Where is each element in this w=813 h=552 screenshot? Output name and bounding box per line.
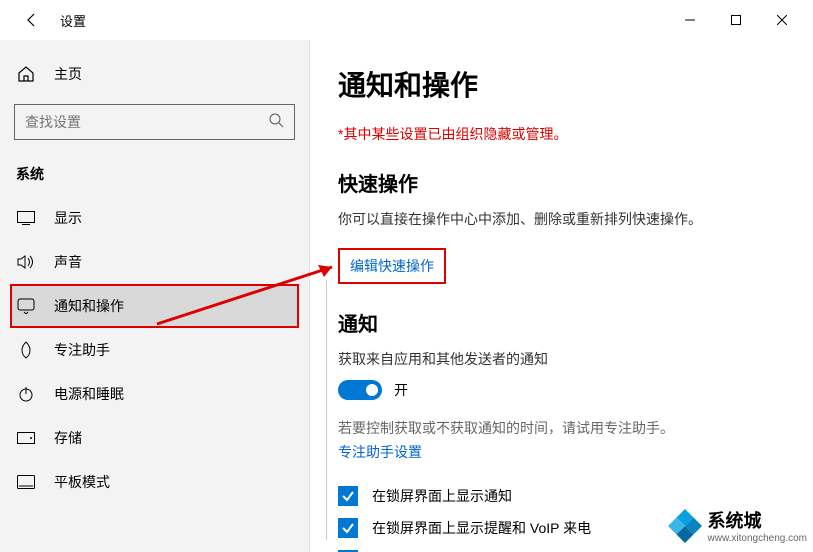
- back-button[interactable]: [20, 8, 44, 32]
- page-title: 通知和操作: [338, 64, 785, 104]
- watermark: 系统城 www.xitongcheng.com: [668, 507, 808, 544]
- home-link[interactable]: 主页: [12, 56, 297, 100]
- policy-warning: *其中某些设置已由组织隐藏或管理。: [338, 124, 785, 144]
- tablet-icon: [16, 472, 36, 492]
- watermark-url: www.xitongcheng.com: [708, 533, 808, 544]
- search-icon: [268, 112, 284, 133]
- home-icon: [16, 64, 36, 84]
- focus-icon: [16, 340, 36, 360]
- nav-label: 专注助手: [54, 340, 110, 360]
- search-input[interactable]: [25, 114, 268, 130]
- sound-icon: [16, 252, 36, 272]
- checkbox-icon: [338, 486, 358, 506]
- close-button[interactable]: [759, 4, 805, 36]
- edit-quick-actions-link[interactable]: 编辑快速操作: [350, 256, 434, 276]
- storage-icon: [16, 428, 36, 448]
- get-notifications-label: 获取来自应用和其他发送者的通知: [338, 349, 785, 370]
- main-content: 通知和操作 *其中某些设置已由组织隐藏或管理。 快速操作 你可以直接在操作中心中…: [310, 40, 813, 552]
- nav-display[interactable]: 显示: [12, 196, 297, 240]
- check-notif-sound[interactable]: 允许通知播放声音: [338, 544, 785, 552]
- nav-storage[interactable]: 存储: [12, 416, 297, 460]
- nav-label: 平板模式: [54, 472, 110, 492]
- power-icon: [16, 384, 36, 404]
- notifications-heading: 通知: [338, 308, 785, 337]
- edit-quick-actions-highlight: 编辑快速操作: [338, 248, 446, 284]
- nav-sound[interactable]: 声音: [12, 240, 297, 284]
- check-label: 在锁屏界面上显示通知: [372, 486, 512, 506]
- nav-label: 存储: [54, 428, 82, 448]
- nav-label: 电源和睡眠: [54, 384, 124, 404]
- quick-actions-heading: 快速操作: [338, 168, 785, 197]
- search-box[interactable]: [14, 104, 295, 140]
- home-label: 主页: [54, 64, 82, 84]
- quick-actions-desc: 你可以直接在操作中心中添加、删除或重新排列快速操作。: [338, 209, 785, 230]
- nav-label: 通知和操作: [54, 296, 124, 316]
- watermark-icon: [668, 509, 702, 543]
- section-label: 系统: [12, 160, 297, 196]
- notifications-toggle[interactable]: [338, 380, 382, 400]
- nav-tablet[interactable]: 平板模式: [12, 460, 297, 504]
- nav-label: 显示: [54, 208, 82, 228]
- focus-assist-link[interactable]: 专注助手设置: [338, 442, 785, 462]
- notification-icon: [16, 296, 36, 316]
- watermark-name: 系统城: [708, 511, 762, 531]
- nav-focus[interactable]: 专注助手: [12, 328, 297, 372]
- check-label: 在锁屏界面上显示提醒和 VoIP 来电: [372, 518, 591, 538]
- focus-hint: 若要控制获取或不获取通知的时间，请试用专注助手。: [338, 418, 785, 438]
- display-icon: [16, 208, 36, 228]
- checkbox-icon: [338, 518, 358, 538]
- nav-notifications[interactable]: 通知和操作: [10, 284, 299, 328]
- toggle-state: 开: [394, 380, 408, 400]
- sidebar: 主页 系统 显示 声音 通知和操作 专注助手 电源和睡眠: [0, 40, 310, 552]
- nav-power[interactable]: 电源和睡眠: [12, 372, 297, 416]
- minimize-button[interactable]: [667, 4, 713, 36]
- maximize-button[interactable]: [713, 4, 759, 36]
- window-title: 设置: [60, 11, 86, 30]
- nav-label: 声音: [54, 252, 82, 272]
